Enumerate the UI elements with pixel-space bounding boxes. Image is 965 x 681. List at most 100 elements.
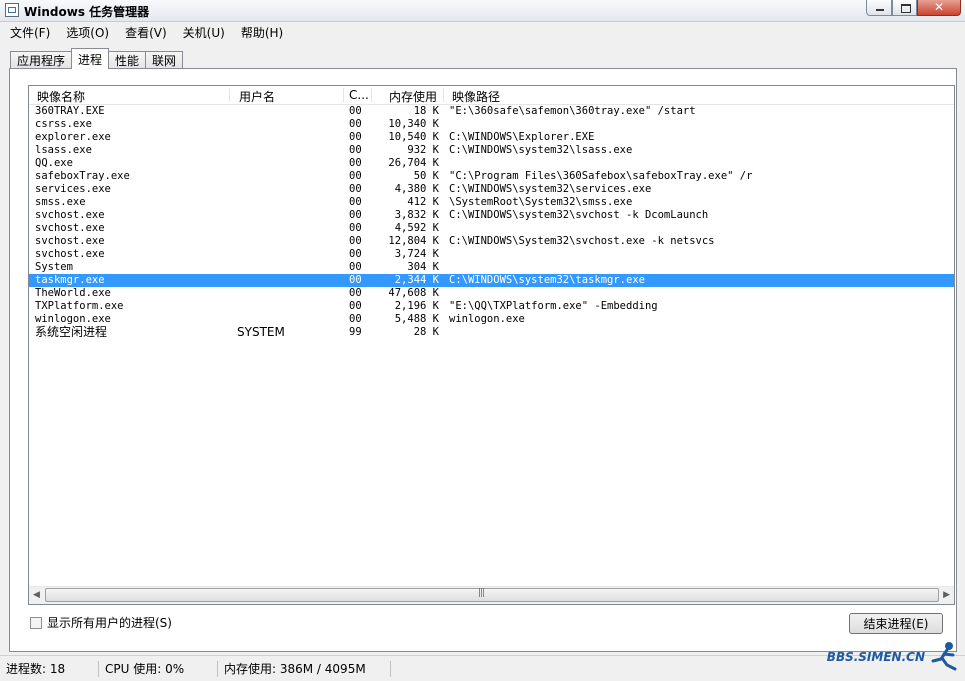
process-image-name: 系统空闲进程 [35,325,108,339]
window-title: Windows 任务管理器 [24,5,150,19]
process-cpu: 00 [349,144,362,156]
watermark-text: BBS.SIMEN.CN [826,650,925,664]
process-memory: 5,488 K [394,313,439,325]
process-cpu: 00 [349,118,362,130]
process-row[interactable]: explorer.exe 00 10,540 K C:\WINDOWS\Explore… [29,131,954,144]
process-memory: 50 K [413,170,439,182]
column-divider[interactable] [229,88,230,102]
process-image-path: "E:\QQ\TXPlatform.exe" -Embedding [449,300,658,312]
horizontal-scrollbar[interactable]: ◀ ▶ [29,586,954,604]
menu-view[interactable]: 查看(V) [115,24,173,41]
process-row[interactable]: svchost.exe 00 3,724 K [29,248,954,261]
process-image-path: C:\WINDOWS\System32\svchost.exe -k netsv… [449,235,715,247]
menu-bar: 文件(F) 选项(O) 查看(V) 关机(U) 帮助(H) [0,22,965,42]
processes-panel: 映像名称 用户名 C... 内存使用 映像路径 360TRAY.EXE 00 18 … [9,68,957,652]
show-all-users-checkbox[interactable] [30,616,42,629]
process-memory: 2,196 K [394,300,439,312]
process-row[interactable]: safeboxTray.exe 00 50 K "C:\Program Files\3… [29,170,954,183]
process-image-path: "C:\Program Files\360Safebox\safeboxTray… [449,170,753,182]
process-rows: 360TRAY.EXE 00 18 K "E:\360safe\safemon\360… [29,105,954,339]
process-row[interactable]: svchost.exe 00 12,804 K C:\WINDOWS\System32… [29,235,954,248]
process-list[interactable]: 映像名称 用户名 C... 内存使用 映像路径 360TRAY.EXE 00 18 … [28,85,955,605]
process-row[interactable]: 系统空闲进程 SYSTEM 99 28 K [29,326,954,339]
process-image-name: TXPlatform.exe [35,300,124,312]
process-row[interactable]: TXPlatform.exe 00 2,196 K "E:\QQ\TXPlatform… [29,300,954,313]
tab-applications[interactable]: 应用程序 [10,51,73,69]
watermark: BBS.SIMEN.CN [827,641,959,673]
process-cpu: 00 [349,105,362,117]
process-cpu: 00 [349,235,362,247]
column-memory[interactable]: 内存使用 [369,88,437,105]
process-memory: 412 K [407,196,439,208]
scroll-left-icon[interactable]: ◀ [33,590,40,600]
process-image-name: TheWorld.exe [35,287,111,299]
minimize-button[interactable] [866,0,892,16]
tab-processes[interactable]: 进程 [71,48,110,69]
process-image-path: C:\WINDOWS\system32\lsass.exe [449,144,633,156]
process-image-name: System [35,261,73,273]
window-controls: ✕ [866,0,961,16]
process-image-name: safeboxTray.exe [35,170,130,182]
process-memory: 4,592 K [394,222,439,234]
column-divider[interactable] [343,88,344,102]
process-image-path: winlogon.exe [449,313,525,325]
menu-file[interactable]: 文件(F) [0,24,56,41]
show-all-users-option[interactable]: 显示所有用户的进程(S) [30,614,172,631]
process-cpu: 00 [349,209,362,221]
column-header: 映像名称 用户名 C... 内存使用 映像路径 [29,86,954,105]
menu-options[interactable]: 选项(O) [56,24,115,41]
status-process-count: 进程数: 18 [0,660,99,677]
process-cpu: 00 [349,157,362,169]
process-memory: 3,724 K [394,248,439,260]
column-cpu[interactable]: C... [349,88,369,102]
scrollbar-thumb[interactable] [45,588,939,602]
column-image-path[interactable]: 映像路径 [452,88,500,105]
status-cpu-usage: CPU 使用: 0% [99,660,218,677]
status-bar: 进程数: 18 CPU 使用: 0% 内存使用: 386M / 4095M [0,655,965,681]
process-image-name: explorer.exe [35,131,111,143]
process-image-name: QQ.exe [35,157,73,169]
column-divider[interactable] [443,88,444,102]
process-image-path: C:\WINDOWS\Explorer.EXE [449,131,595,143]
process-image-name: taskmgr.exe [35,274,105,286]
process-image-name: svchost.exe [35,209,105,221]
process-row[interactable]: taskmgr.exe 00 2,344 K C:\WINDOWS\system32\… [29,274,954,287]
process-memory: 3,832 K [394,209,439,221]
scroll-right-icon[interactable]: ▶ [943,590,950,600]
tab-networking[interactable]: 联网 [145,51,184,69]
process-cpu: 00 [349,183,362,195]
process-image-name: 360TRAY.EXE [35,105,105,117]
process-row[interactable]: svchost.exe 00 4,592 K [29,222,954,235]
process-image-path: \SystemRoot\System32\smss.exe [449,196,633,208]
process-cpu: 00 [349,196,362,208]
process-image-name: smss.exe [35,196,86,208]
process-row[interactable]: QQ.exe 00 26,704 K [29,157,954,170]
process-row[interactable]: smss.exe 00 412 K \SystemRoot\System32\smss… [29,196,954,209]
process-row[interactable]: svchost.exe 00 3,832 K C:\WINDOWS\system32\… [29,209,954,222]
process-memory: 10,540 K [388,131,439,143]
menu-shutdown[interactable]: 关机(U) [173,24,231,41]
maximize-button[interactable] [892,0,917,16]
process-image-name: svchost.exe [35,222,105,234]
process-memory: 28 K [413,326,439,338]
process-row[interactable]: services.exe 00 4,380 K C:\WINDOWS\system32… [29,183,954,196]
process-row[interactable]: System 00 304 K [29,261,954,274]
process-image-name: services.exe [35,183,111,195]
process-row[interactable]: 360TRAY.EXE 00 18 K "E:\360safe\safemon\360… [29,105,954,118]
title-bar[interactable]: Windows 任务管理器 ✕ [0,0,965,22]
close-button[interactable]: ✕ [917,0,961,16]
process-cpu: 00 [349,131,362,143]
process-row[interactable]: csrss.exe 00 10,340 K [29,118,954,131]
menu-help[interactable]: 帮助(H) [231,24,289,41]
process-memory: 2,344 K [394,274,439,286]
process-cpu: 00 [349,170,362,182]
end-process-button[interactable]: 结束进程(E) [849,613,943,634]
process-row[interactable]: winlogon.exe 00 5,488 Kwinlogon.exe [29,313,954,326]
process-memory: 304 K [407,261,439,273]
column-user-name[interactable]: 用户名 [239,88,275,105]
tab-performance[interactable]: 性能 [108,51,147,69]
column-image-name[interactable]: 映像名称 [37,88,85,105]
process-row[interactable]: lsass.exe 00 932 K C:\WINDOWS\system32\lsas… [29,144,954,157]
process-cpu: 00 [349,261,362,273]
process-row[interactable]: TheWorld.exe 00 47,608 K [29,287,954,300]
